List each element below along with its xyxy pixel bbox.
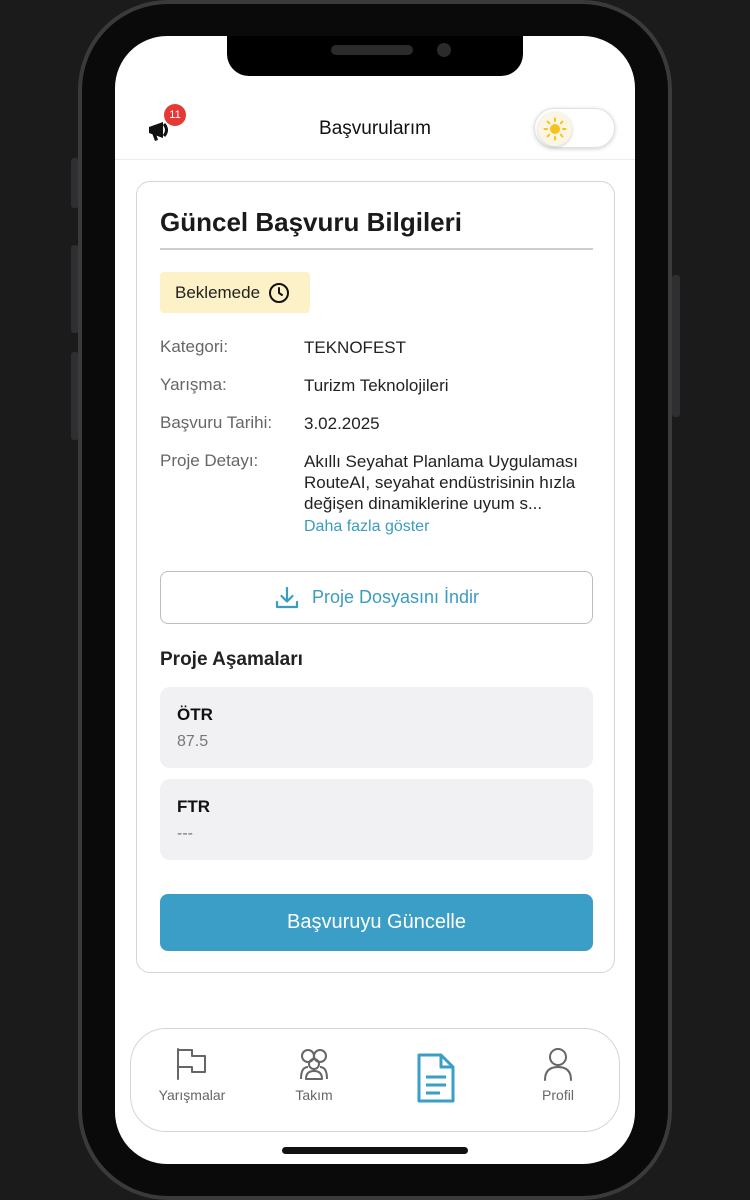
notch bbox=[227, 36, 523, 76]
status-label: Beklemede bbox=[175, 282, 261, 302]
team-icon bbox=[300, 1049, 328, 1080]
user-icon bbox=[544, 1048, 572, 1081]
toggle-knob bbox=[538, 112, 572, 146]
card-title: Güncel Başvuru Bilgileri bbox=[160, 207, 462, 237]
stage-score: 87.5 bbox=[177, 733, 209, 750]
info-label: Proje Detayı: bbox=[160, 451, 259, 470]
app-header: 11 Başvurularım bbox=[115, 96, 635, 160]
nav-item-profile[interactable]: Profil bbox=[508, 1047, 608, 1103]
info-label: Kategori: bbox=[160, 337, 229, 356]
theme-toggle[interactable] bbox=[534, 108, 615, 148]
power-button bbox=[672, 275, 680, 417]
application-card: Güncel Başvuru Bilgileri Beklemede Kateg… bbox=[136, 181, 615, 973]
sun-icon bbox=[543, 117, 567, 141]
nav-label: Takım bbox=[295, 1087, 333, 1103]
speaker bbox=[331, 45, 413, 55]
download-project-button[interactable]: Proje Dosyasını İndir bbox=[160, 571, 593, 624]
stage-card: ÖTR 87.5 bbox=[160, 687, 593, 768]
show-more-link[interactable]: Daha fazla göster bbox=[304, 518, 429, 536]
nav-label: Yarışmalar bbox=[158, 1087, 226, 1103]
nav-item-applications[interactable] bbox=[386, 1053, 486, 1111]
front-camera bbox=[437, 43, 451, 57]
download-label: Proje Dosyasını İndir bbox=[311, 587, 480, 607]
update-application-button[interactable]: Başvuruyu Güncelle bbox=[160, 894, 593, 951]
stages-title: Proje Aşamaları bbox=[160, 649, 303, 670]
info-value: TEKNOFEST bbox=[304, 338, 407, 357]
info-value: Turizm Teknolojileri bbox=[304, 376, 449, 395]
document-icon bbox=[417, 1053, 455, 1103]
nav-label: Profil bbox=[542, 1087, 574, 1103]
clock-icon bbox=[269, 282, 290, 303]
info-value: 3.02.2025 bbox=[304, 414, 380, 433]
status-badge: Beklemede bbox=[160, 272, 310, 313]
stage-name: FTR bbox=[177, 797, 211, 816]
info-label: Başvuru Tarihi: bbox=[160, 413, 273, 432]
stage-card: FTR --- bbox=[160, 779, 593, 860]
nav-item-competitions[interactable]: Yarışmalar bbox=[142, 1047, 242, 1103]
download-icon bbox=[275, 586, 299, 608]
home-indicator bbox=[282, 1147, 468, 1154]
nav-item-team[interactable]: Takım bbox=[264, 1047, 364, 1103]
info-label: Yarışma: bbox=[160, 375, 227, 394]
bottom-nav: Yarışmalar Takım Profil bbox=[130, 1028, 620, 1132]
title-divider bbox=[160, 248, 593, 250]
project-detail-text: Akıllı Seyahat Planlama Uygulaması Route… bbox=[304, 452, 579, 513]
flag-icon bbox=[177, 1048, 206, 1080]
stage-name: ÖTR bbox=[177, 705, 213, 724]
app-screen: 11 Başvurularım Güncel Başvuru Bilgileri bbox=[115, 36, 635, 1164]
stage-score: --- bbox=[177, 825, 193, 842]
